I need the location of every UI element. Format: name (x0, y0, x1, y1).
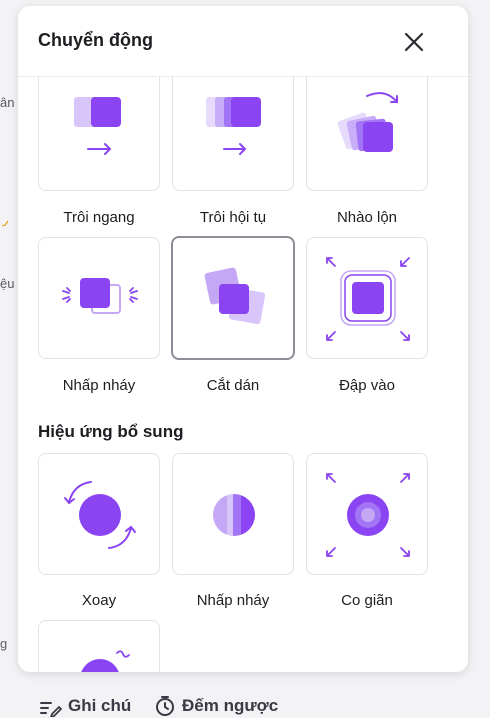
effect-card-wiggle[interactable] (38, 620, 160, 672)
collage-icon (204, 267, 266, 325)
effect-label: Trôi hội tụ (199, 209, 267, 226)
edge-text-3: g (0, 636, 8, 651)
scale-icon (326, 473, 410, 557)
slam-icon (326, 257, 410, 341)
effect-card-flicker[interactable] (38, 237, 160, 359)
flicker-icon (62, 278, 138, 314)
timer-label: Đếm ngược (182, 696, 279, 715)
effect-label: Nhấp nháy (196, 592, 270, 609)
close-icon (404, 32, 424, 52)
effect-label: Xoay (81, 592, 117, 609)
notes-button[interactable]: Ghi chú (38, 694, 131, 718)
effect-card-rotate[interactable] (38, 453, 160, 575)
effect-card-tumble[interactable] (306, 77, 428, 191)
effect-label: Nhào lộn (336, 209, 398, 226)
section-title-extra-effects: Hiệu ứng bổ sung (38, 422, 184, 441)
drift-horizontal-icon (74, 97, 121, 155)
timer-button[interactable]: Đếm ngược (154, 694, 278, 718)
effect-card-drift-horizontal[interactable] (38, 77, 160, 191)
check-icon: ✓ (0, 216, 8, 226)
animation-panel: Chuyển động Trôi ngang Trôi hội tụ Nhào … (18, 6, 468, 672)
timer-icon (156, 696, 174, 716)
panel-header: Chuyển động (18, 6, 468, 77)
notes-pencil-icon (40, 702, 62, 717)
panel-title: Chuyển động (38, 30, 153, 50)
effect-label: Đập vào (339, 377, 395, 394)
edge-text-2: ệu (0, 276, 15, 291)
effect-label: Cắt dán (206, 377, 260, 394)
effect-label: Co giãn (341, 592, 393, 609)
effect-card-blink[interactable] (172, 453, 294, 575)
effect-label: Nhấp nháy (62, 377, 136, 394)
effect-card-scale[interactable] (306, 453, 428, 575)
effect-card-collage[interactable] (171, 236, 295, 360)
effect-card-slam[interactable] (306, 237, 428, 359)
close-button[interactable] (398, 26, 430, 58)
blink-icon (213, 494, 255, 536)
rotate-icon (64, 481, 136, 549)
notes-label: Ghi chú (68, 696, 132, 715)
converge-drift-icon (206, 97, 261, 155)
tumble-icon (337, 92, 398, 152)
effects-scroll-area[interactable]: Trôi ngang Trôi hội tụ Nhào lộn Nhấp nhá… (18, 77, 468, 672)
effect-card-converge-drift[interactable] (172, 77, 294, 191)
effect-label: Trôi ngang (63, 209, 135, 226)
edge-text-1: ân (0, 95, 15, 110)
background-page-edge: ân ✓ ệu g (0, 0, 18, 715)
wiggle-icon (81, 650, 130, 672)
